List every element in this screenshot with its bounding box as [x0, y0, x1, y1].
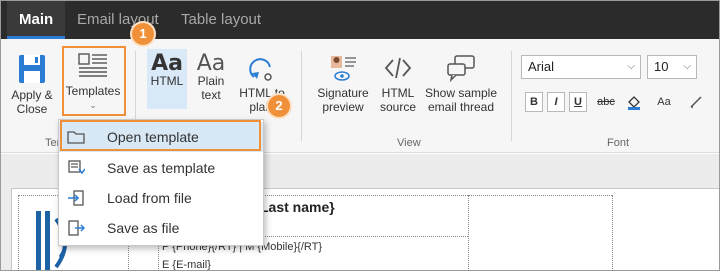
html-source-label-2: source — [379, 100, 417, 114]
table-border — [468, 195, 469, 270]
apply-close-label-1: Apply & — [11, 88, 53, 102]
font-size-value: 10 — [654, 59, 669, 74]
font-group-label: Font — [607, 137, 630, 149]
bold-button[interactable]: B — [525, 92, 543, 112]
view-group-label: View — [397, 137, 421, 149]
save-file-icon — [68, 220, 85, 236]
paint-bucket-icon — [628, 96, 640, 110]
chevron-down-icon: ⌵ — [627, 61, 635, 72]
signature-preview-button[interactable]: Signature preview — [313, 53, 373, 114]
step-badge-2: 2 — [268, 95, 290, 117]
table-border — [18, 195, 19, 270]
tab-bar: Main Email layout Table layout — [1, 1, 719, 39]
chat-bubbles-icon — [447, 55, 475, 83]
font-size-select[interactable]: 10 ⌵ — [647, 55, 697, 79]
signature-preview-icon — [331, 56, 356, 81]
templates-highlight — [62, 46, 126, 116]
menu-item-label: Save as file — [107, 220, 180, 236]
change-case-button[interactable]: Aa — [653, 92, 675, 112]
ribbon-separator — [511, 51, 512, 141]
editor-window: Main Email layout Table layout Apply & C… — [0, 0, 720, 271]
save-template-icon — [68, 160, 85, 175]
code-icon — [384, 57, 412, 79]
save-disk-icon — [19, 55, 45, 83]
menu-item-save-as-file[interactable]: Save as file — [59, 213, 263, 243]
plain-text-button[interactable]: Aa Plain text — [191, 51, 231, 103]
table-border — [612, 195, 613, 270]
html-aa-icon: Aa — [151, 51, 183, 76]
show-sample-label-1: Show sample — [424, 86, 498, 100]
menu-item-label: Load from file — [107, 190, 192, 206]
html-source-label-1: HTML — [381, 86, 415, 100]
html-mode-label: HTML — [150, 74, 184, 88]
signature-preview-label-2: preview — [322, 100, 364, 114]
last-name-field: Last name} — [260, 199, 335, 215]
pencil-icon — [690, 96, 702, 108]
menu-item-label: Save as template — [107, 160, 216, 176]
apply-close-label-2: Close — [16, 102, 48, 116]
tab-table-layout[interactable]: Table layout — [181, 1, 261, 39]
format-painter-button[interactable] — [685, 92, 707, 112]
plain-aa-icon: Aa — [196, 51, 226, 76]
html-mode-button[interactable]: Aa HTML — [147, 49, 187, 109]
tab-main[interactable]: Main — [7, 1, 66, 39]
plain-text-label-2: text — [201, 88, 221, 102]
ribbon-separator — [301, 51, 302, 141]
highlight-color-button[interactable] — [623, 92, 645, 112]
email-line: E {E-mail} — [162, 259, 211, 271]
strikethrough-button[interactable]: abc — [595, 92, 617, 112]
signature-preview-label-1: Signature — [317, 86, 369, 100]
plain-text-label-1: Plain — [197, 74, 225, 88]
apply-close-button[interactable]: Apply & Close — [7, 53, 57, 116]
convert-icon — [249, 58, 272, 81]
chevron-down-icon: ⌵ — [683, 61, 691, 72]
show-sample-thread-button[interactable]: Show sample email thread — [423, 53, 499, 114]
menu-item-save-as-template[interactable]: Save as template — [59, 153, 263, 183]
show-sample-label-2: email thread — [427, 100, 495, 114]
html-source-button[interactable]: HTML source — [377, 53, 419, 114]
step-badge-1: 1 — [132, 23, 154, 45]
underline-button[interactable]: U — [569, 92, 587, 112]
open-template-highlight — [60, 120, 261, 151]
italic-button[interactable]: I — [547, 92, 565, 112]
font-family-select[interactable]: Arial ⌵ — [521, 55, 641, 79]
font-family-value: Arial — [528, 59, 555, 74]
menu-item-load-from-file[interactable]: Load from file — [59, 183, 263, 213]
load-file-icon — [68, 190, 84, 206]
